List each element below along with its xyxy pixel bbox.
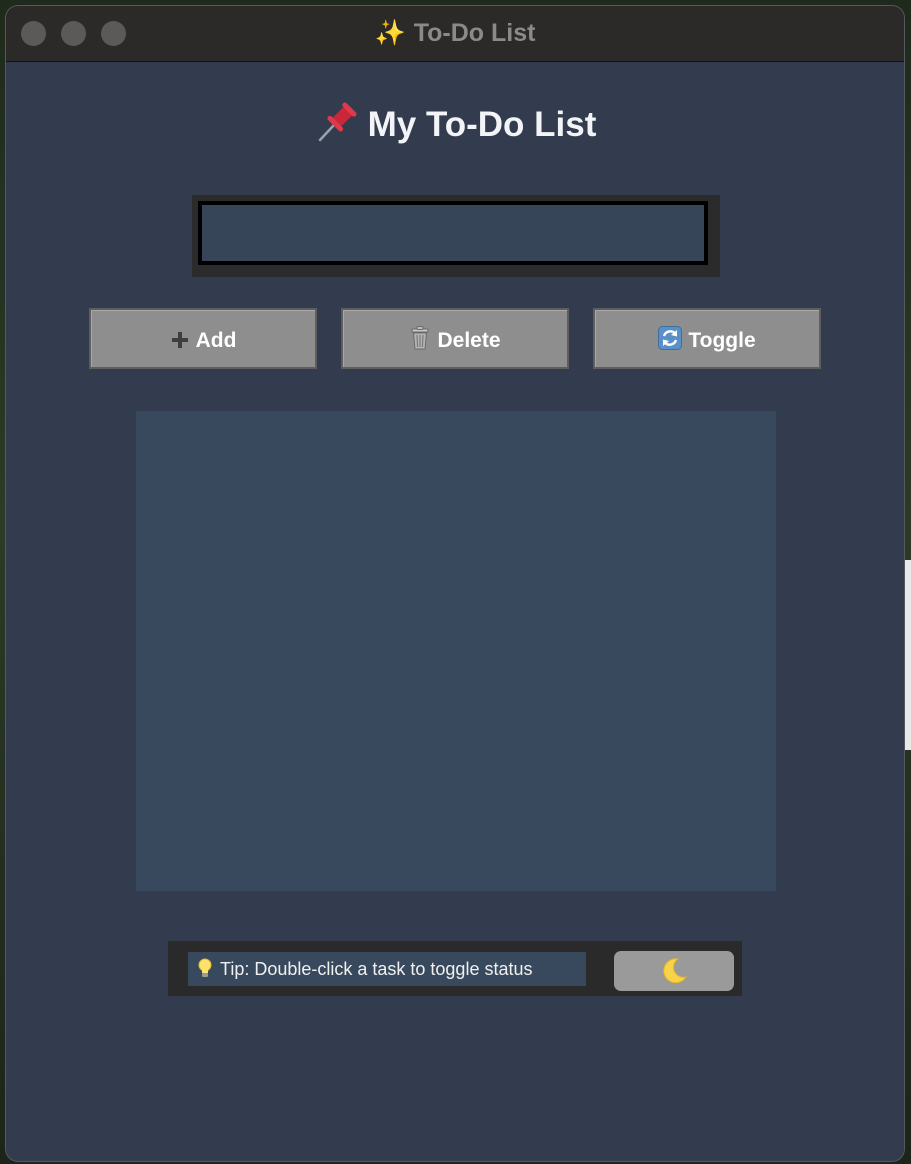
delete-button[interactable]: Delete	[341, 308, 569, 369]
desktop-background	[905, 560, 911, 750]
toggle-button-label: Toggle	[688, 329, 756, 352]
title-bar[interactable]: ✨ To-Do List	[6, 6, 904, 62]
main-content: My To-Do List Add Delete Toggle Tip: Dou…	[6, 62, 904, 1161]
task-entry-frame	[192, 195, 720, 277]
refresh-icon	[658, 326, 683, 350]
lightbulb-icon	[198, 958, 212, 977]
page-title-text: My To-Do List	[367, 105, 597, 144]
tip-label: Tip: Double-click a task to toggle statu…	[188, 952, 586, 986]
add-button-label: Add	[195, 329, 237, 352]
toggle-button[interactable]: Toggle	[593, 308, 821, 369]
pushpin-icon	[318, 102, 357, 142]
add-button[interactable]: Add	[89, 308, 317, 369]
moon-icon	[663, 958, 688, 983]
app-window: ✨ To-Do List My To-Do List Add Delete To…	[6, 6, 904, 1161]
sparkles-icon: ✨	[374, 19, 406, 47]
trash-icon	[411, 326, 429, 350]
page-title: My To-Do List	[6, 100, 904, 147]
tip-text: Tip: Double-click a task to toggle statu…	[220, 959, 533, 979]
task-input[interactable]	[198, 201, 708, 265]
window-title: ✨ To-Do List	[6, 6, 904, 61]
delete-button-label: Delete	[437, 329, 501, 352]
task-list[interactable]	[136, 411, 776, 891]
plus-icon	[171, 332, 188, 348]
footer-bar: Tip: Double-click a task to toggle statu…	[168, 941, 742, 996]
window-title-text: To-Do List	[413, 19, 536, 47]
theme-toggle-button[interactable]	[614, 951, 734, 991]
